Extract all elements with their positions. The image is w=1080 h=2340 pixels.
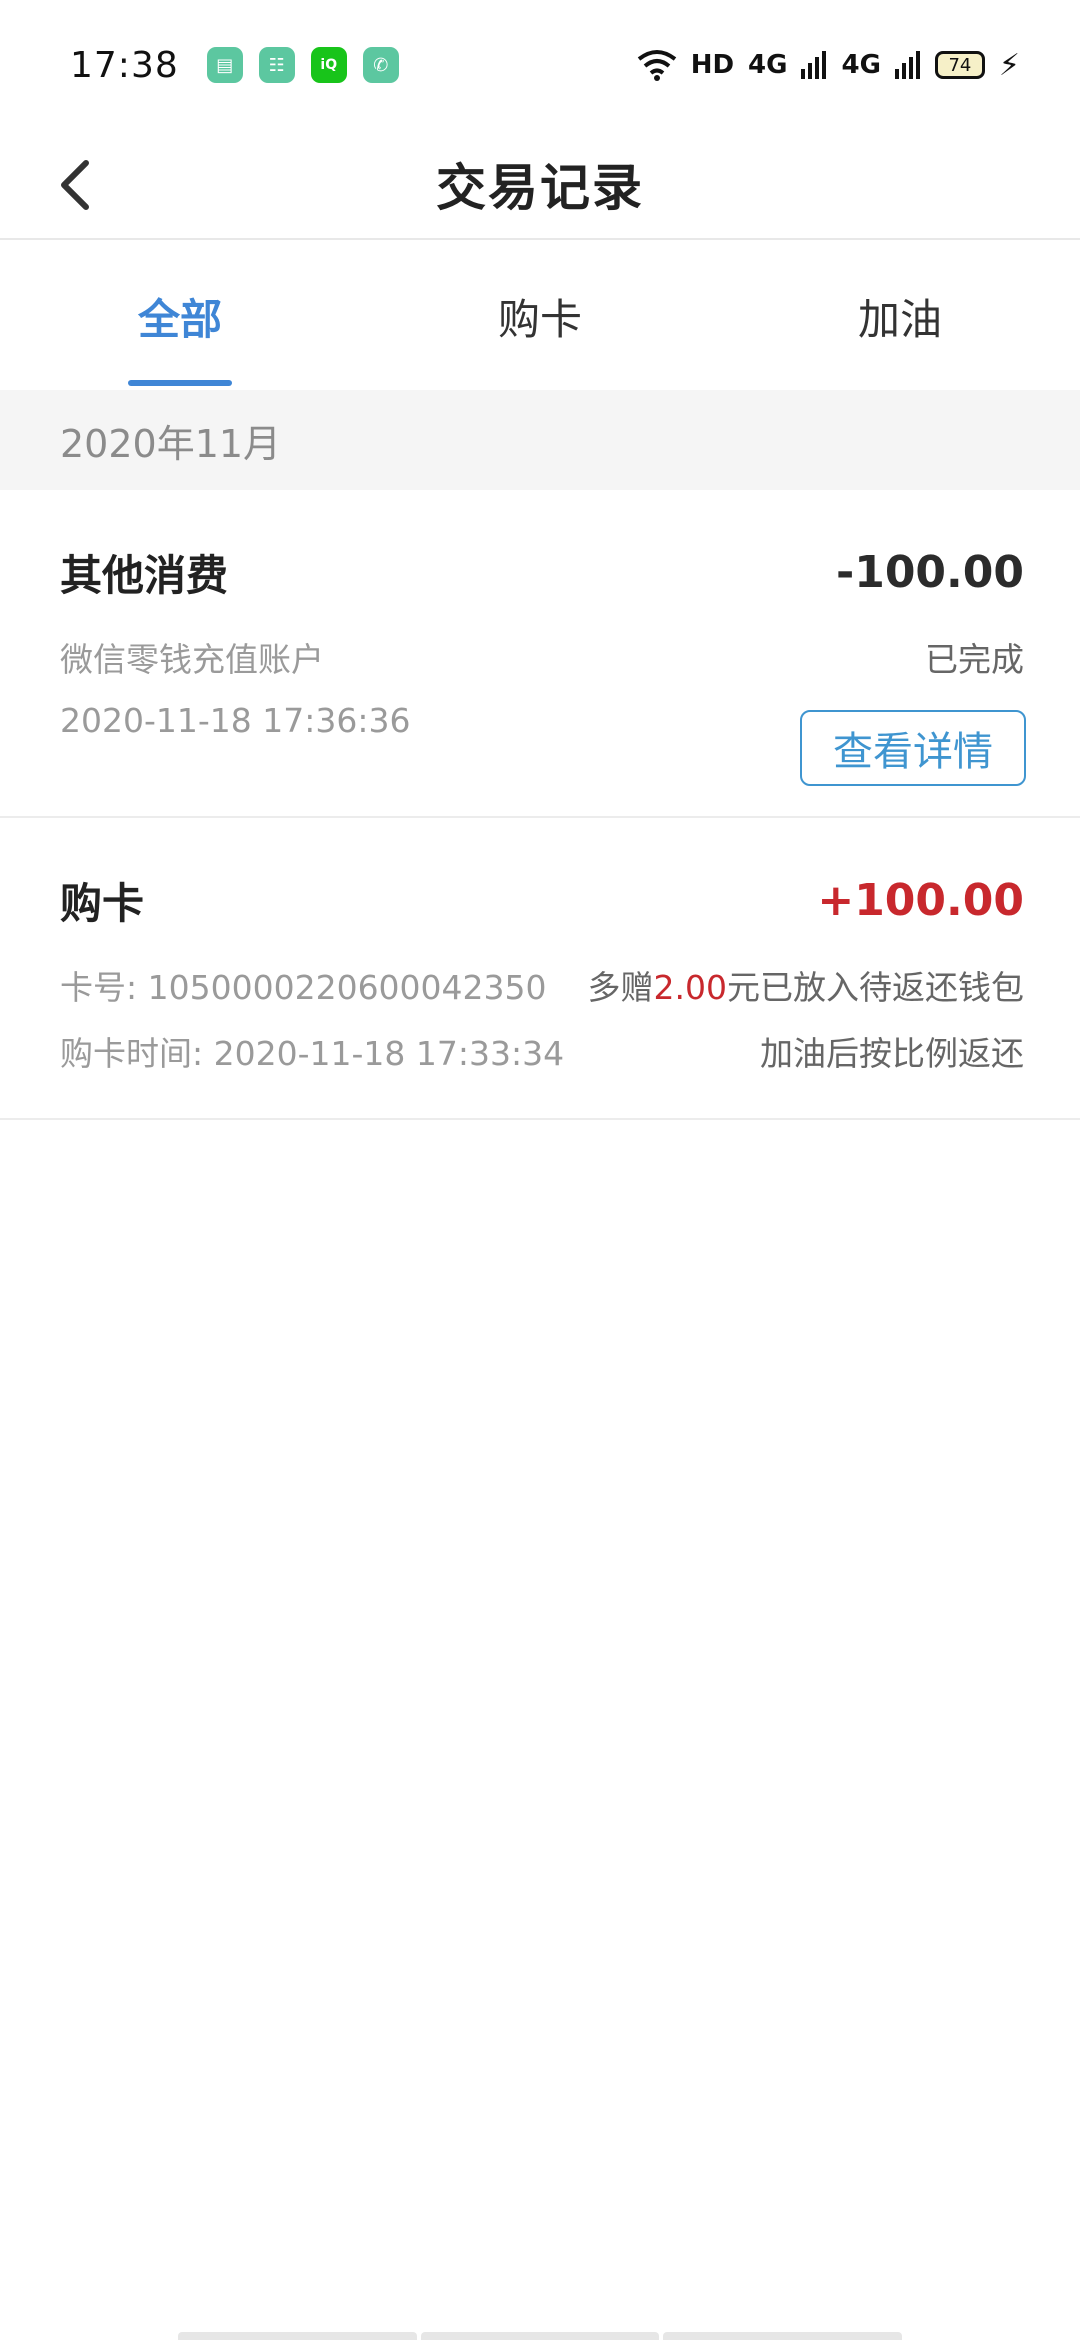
bonus-suffix: 元已放入待返还钱包 bbox=[727, 968, 1024, 1007]
bonus-prefix: 多赠 bbox=[587, 968, 654, 1007]
back-button[interactable] bbox=[40, 150, 110, 220]
transaction-record[interactable]: 其他消费 -100.00 微信零钱充值账户 已完成 2020-11-18 17:… bbox=[0, 490, 1080, 818]
charging-icon: ⚡ bbox=[998, 47, 1020, 83]
hd-indicator: HD bbox=[690, 50, 735, 80]
month-header: 2020年11月 bbox=[0, 390, 1080, 490]
record-purchase-time: 购卡时间: 2020-11-18 17:33:34 bbox=[60, 1034, 565, 1073]
tab-buy-card[interactable]: 购卡 bbox=[406, 242, 674, 390]
tab-bar: 全部 购卡 加油 bbox=[0, 242, 1080, 390]
wifi-icon bbox=[637, 50, 676, 81]
bonus-amount: 2.00 bbox=[653, 968, 727, 1007]
view-details-button[interactable]: 查看详情 bbox=[800, 710, 1026, 786]
record-bonus-info: 多赠2.00元已放入待返还钱包 bbox=[588, 961, 1024, 1009]
signal-bars-icon bbox=[801, 51, 827, 79]
signal-bars-icon bbox=[894, 51, 920, 79]
tab-all[interactable]: 全部 bbox=[0, 242, 406, 390]
record-amount: +100.00 bbox=[817, 875, 1024, 926]
record-amount: -100.00 bbox=[835, 547, 1024, 598]
record-time: 2020-11-18 17:36:36 bbox=[60, 701, 411, 740]
nav-segment bbox=[178, 2332, 417, 2340]
record-account: 微信零钱充值账户 bbox=[60, 640, 324, 679]
iqiyi-icon: iQ bbox=[310, 47, 347, 83]
notification-icons: ▤ ☷ iQ ✆ bbox=[206, 47, 399, 83]
status-time: 17:38 bbox=[70, 44, 179, 86]
navigation-gesture-bar[interactable] bbox=[178, 2332, 903, 2340]
page-title: 交易记录 bbox=[436, 159, 644, 217]
notes-icon: ▤ bbox=[206, 47, 243, 83]
signal-4g-2: 4G bbox=[841, 50, 881, 80]
app-header: 交易记录 bbox=[0, 130, 1080, 240]
shopping-icon: ☷ bbox=[258, 47, 295, 83]
record-bonus-note: 加油后按比例返还 bbox=[760, 1034, 1024, 1073]
record-title: 其他消费 bbox=[60, 551, 229, 600]
nav-segment bbox=[663, 2332, 903, 2340]
nav-segment bbox=[420, 2332, 660, 2340]
status-bar: 17:38 ▤ ☷ iQ ✆ HD 4G 4G 74 ⚡ bbox=[0, 0, 1080, 130]
phone-icon: ✆ bbox=[362, 47, 399, 83]
record-card-number: 卡号: 1050000220600042350 bbox=[60, 968, 547, 1007]
record-status: 已完成 bbox=[925, 640, 1024, 679]
signal-4g-1: 4G bbox=[748, 50, 788, 80]
chevron-left-icon bbox=[61, 160, 89, 210]
status-indicators: HD 4G 4G 74 ⚡ bbox=[637, 48, 1020, 83]
tab-refuel[interactable]: 加油 bbox=[674, 242, 1080, 390]
record-title: 购卡 bbox=[60, 879, 145, 928]
battery-icon: 74 bbox=[934, 51, 985, 79]
transaction-record[interactable]: 购卡 +100.00 卡号: 1050000220600042350 多赠2.0… bbox=[0, 818, 1080, 1120]
